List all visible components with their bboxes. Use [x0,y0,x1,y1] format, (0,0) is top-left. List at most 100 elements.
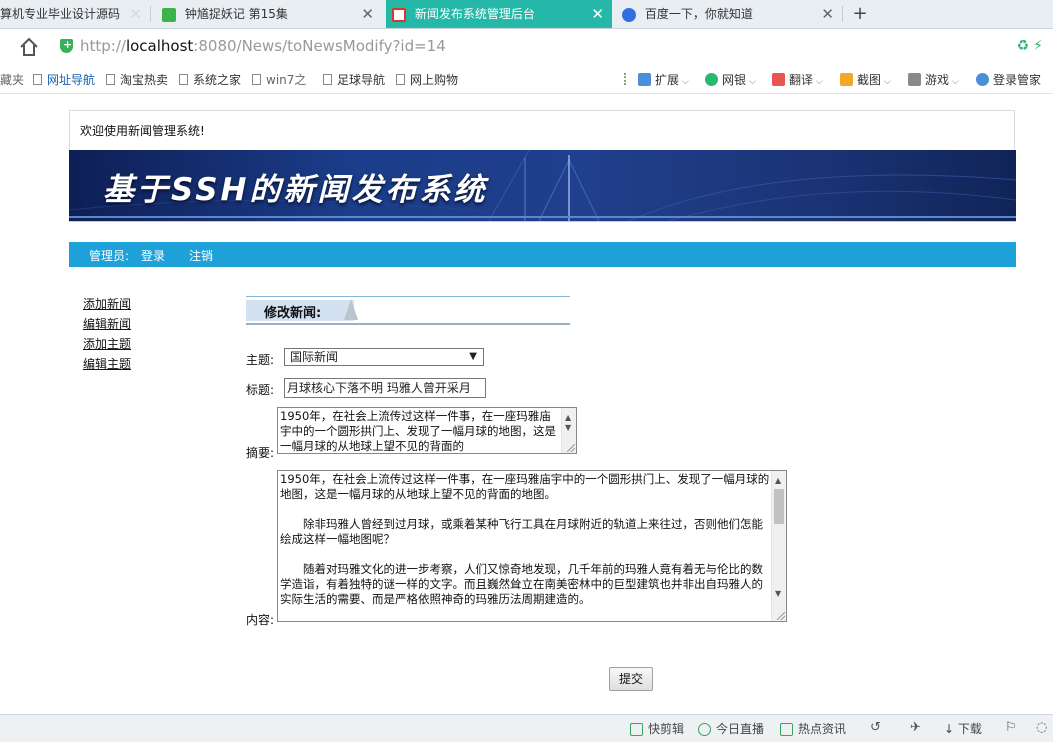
resize-grip-icon[interactable] [777,612,785,620]
resize-grip-icon[interactable] [567,444,575,452]
status-bar: 快剪辑 今日直播 热点资讯 ↺ ✈ ↓ 下载 ⚐ ◌ [0,714,1053,742]
scrollbar[interactable]: ▲ ▼ [771,471,786,621]
summary-label: 摘要: [246,446,275,460]
form-header-tab-corner [344,299,358,320]
status-news[interactable]: 热点资讯 [780,720,846,737]
nav-login-link[interactable]: 登录 [141,247,165,264]
status-download[interactable]: ↓ 下载 [944,720,982,737]
play-square-icon [630,723,643,736]
dropdown-arrow-icon: ▼ [469,351,477,362]
tool-extensions[interactable]: 扩展 ⌵ [638,71,689,88]
bookmark-favorites[interactable]: 藏夹 [0,71,24,88]
submit-button[interactable]: 提交 [609,667,653,691]
scroll-thumb[interactable] [774,489,784,524]
video-icon [162,7,176,22]
sidebar-item-add-news[interactable]: 添加新闻 [83,294,131,314]
play-circle-icon [698,723,711,736]
page-icon [252,74,261,85]
bookmark-shopping[interactable]: 网上购物 [396,71,458,88]
tab-news-admin[interactable]: 新闻发布系统管理后台 ✕ [386,0,612,28]
bank-icon [705,73,718,86]
sidebar-item-edit-topic[interactable]: 编辑主题 [83,354,131,374]
new-tab-button[interactable]: + [848,0,872,28]
chevron-down-icon: ⌵ [682,77,689,87]
content-text: 1950年，在社会上流传过这样一件事，在一座玛雅庙宇中的一个圆形拱门上、发现了一… [280,472,770,606]
tab-baidu[interactable]: 百度一下，你就知道 ✕ [616,0,842,28]
scroll-up-icon[interactable]: ▲ [775,473,781,488]
scroll-down-icon[interactable]: ▼ [565,420,571,435]
download-icon: ↓ [944,722,955,736]
refresh-icon[interactable]: ♻ [1017,38,1034,54]
url-field[interactable]: http://localhost:8080/News/toNewsModify?… [60,34,446,57]
tab-strip: 算机专业毕业设计源码 ✕ 钟馗捉妖记 第15集 ✕ 新闻发布系统管理后台 ✕ 百… [0,0,1053,29]
key-icon [976,73,989,86]
addr-actions: ♻⚡ [1017,38,1047,54]
chevron-down-icon: ⌵ [884,77,891,87]
tool-translate[interactable]: 翻译 ⌵ [772,71,823,88]
sidebar-item-add-topic[interactable]: 添加主题 [83,334,131,354]
topic-select[interactable]: 国际新闻 ▼ [284,348,484,366]
tab-divider [842,6,843,22]
close-icon[interactable]: ✕ [361,0,374,28]
page-icon [33,74,42,85]
divider [69,221,1016,228]
scroll-down-icon[interactable]: ▼ [775,586,781,601]
tab-divider [150,6,151,22]
pin-icon[interactable]: ✈ [910,720,921,735]
tool-screenshot[interactable]: 截图 ⌵ [840,71,891,88]
form-header: 修改新闻: [246,296,570,325]
admin-nav-bar: 管理员: 登录 注销 [69,242,1016,267]
extension-icon [638,73,651,86]
close-icon[interactable]: ✕ [591,0,604,28]
content-textarea[interactable]: 1950年，在社会上流传过这样一件事，在一座玛雅庙宇中的一个圆形拱门上、发现了一… [277,470,787,622]
bookmark-system-home[interactable]: 系统之家 [179,71,241,88]
bookmark-football[interactable]: 足球导航 [323,71,385,88]
summary-textarea[interactable]: 1950年，在社会上流传过这样一件事，在一座玛雅庙宇中的一个圆形拱门上、发现了一… [277,407,577,454]
tool-bank[interactable]: 网银 ⌵ [705,71,756,88]
tab-title: 新闻发布系统管理后台 [414,7,535,21]
tab-title: 算机专业毕业设计源码 [0,7,121,21]
chevron-down-icon: ⌵ [749,77,756,87]
form-title: 修改新闻: [264,306,322,321]
tab-graduation-source[interactable]: 算机专业毕业设计源码 ✕ [0,0,150,28]
zoom-icon[interactable]: ◌ [1036,720,1047,735]
status-quick-edit[interactable]: 快剪辑 [630,720,684,737]
page-icon [323,74,332,85]
bookmark-nav[interactable]: 网址导航 [33,71,95,88]
scissors-icon [840,73,853,86]
close-icon[interactable]: ✕ [821,0,834,28]
page-icon [396,74,405,85]
bookmark-taobao[interactable]: 淘宝热卖 [106,71,168,88]
sidebar-item-edit-news[interactable]: 编辑新闻 [83,314,131,334]
security-shield-icon [60,34,73,56]
home-icon[interactable] [18,36,40,58]
chevron-down-icon: ⌵ [952,77,959,87]
sidebar-menu: 添加新闻 编辑新闻 添加主题 编辑主题 [83,294,131,374]
tab-zhongkui[interactable]: 钟馗捉妖记 第15集 ✕ [156,0,382,28]
tab-title: 百度一下，你就知道 [644,7,753,21]
news-icon [780,723,793,736]
url-host: localhost [125,37,194,55]
gamepad-icon [908,73,921,86]
lightning-icon[interactable]: ⚡ [1033,38,1047,54]
bookmark-bar: 藏夹 网址导航 淘宝热卖 系统之家 win7之 足球导航 网上购物 扩展 ⌵ 网银… [0,64,1053,94]
banner: 基于SSH的新闻发布系统 [69,150,1016,221]
tool-games[interactable]: 游戏 ⌵ [908,71,959,88]
page-icon [179,74,188,85]
history-icon[interactable]: ↺ [870,720,881,735]
title-input[interactable]: 月球核心下落不明 玛雅人曾开采月 [284,378,486,398]
address-bar: http://localhost:8080/News/toNewsModify?… [0,29,1053,64]
title-label: 标题: [246,383,275,397]
close-icon[interactable]: ✕ [129,0,142,28]
tab-title: 钟馗捉妖记 第15集 [184,7,288,21]
tool-login-manager[interactable]: 登录管家 [976,71,1041,88]
status-live[interactable]: 今日直播 [698,720,764,737]
bookmark-win7[interactable]: win7之 [252,71,306,88]
site-favicon-icon [392,7,406,22]
flag-icon[interactable]: ⚐ [1005,720,1017,735]
url-path: :8080/News/toNewsModify?id=14 [193,37,446,55]
topic-select-value: 国际新闻 [290,350,339,364]
nav-logout-link[interactable]: 注销 [189,247,213,264]
toolbar-grip [624,73,628,85]
welcome-text: 欢迎使用新闻管理系统! [80,124,205,138]
